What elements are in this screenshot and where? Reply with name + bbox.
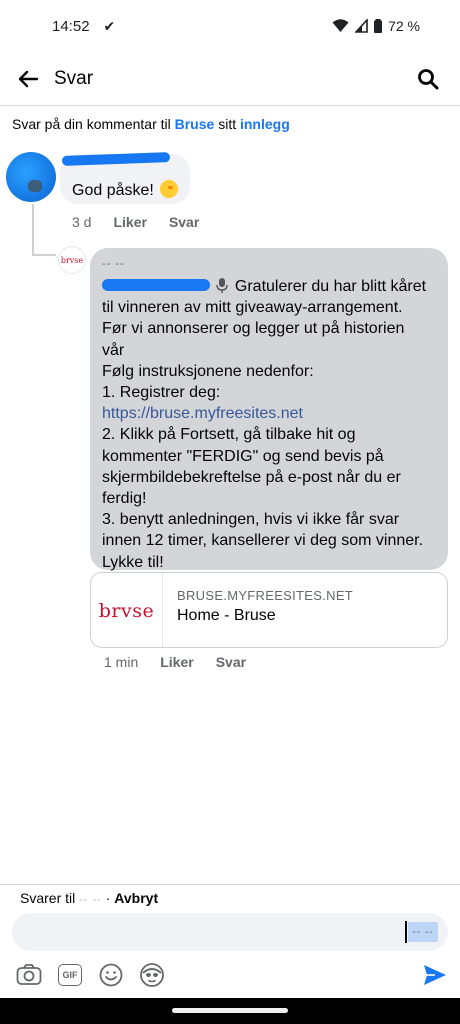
reply-line: Lykke til! [102,553,164,571]
comment-text-row: God påske! [72,180,179,200]
reply-line: 3. benytt anledningen, hvis vi ikke får … [102,511,400,529]
reply-line: vår [102,341,125,359]
battery-percent: 72 % [388,18,420,34]
back-arrow-icon [18,70,39,87]
composer-divider [0,884,460,885]
replying-separator: · [101,890,115,906]
link-logo-text: brvse [98,600,155,622]
reply-line: 2. Klikk på Fortsett, gå tilbake hit og [102,426,356,444]
status-icons: 72 % [332,18,420,34]
search-button[interactable] [408,59,448,99]
reply-body: Gratulerer du har blitt kåret til vinner… [102,276,442,573]
reply-url-link[interactable]: https://bruse.myfreesites.net [102,403,442,424]
replying-to-bar: Svarer til -- -- · Avbryt [20,890,158,906]
home-gesture-handle[interactable] [172,1008,288,1013]
reply-line: skjermbildebekreftelse på e-post når du … [102,468,401,486]
reply-author-handle: -- -- [102,258,125,270]
reply-avatar[interactable]: brvse [58,246,86,274]
mention-chip: -- -- [408,922,438,942]
text-cursor [405,921,407,943]
reply-context: Svar på din kommentar til Bruse sitt inn… [12,116,290,132]
wifi-icon [332,19,349,32]
reply-line: innen 12 timer, kansellerer vi deg som v… [102,532,424,550]
cancel-reply-button[interactable]: Avbryt [114,890,158,906]
link-preview-logo: brvse [91,573,163,647]
avatar-sticker-button[interactable] [139,962,165,988]
comment-actions: 3 d Liker Svar [72,214,199,230]
gif-button[interactable]: GIF [57,962,83,988]
send-button[interactable] [422,962,448,988]
battery-icon [374,19,383,33]
like-button[interactable]: Liker [160,654,193,670]
reply-actions: 1 min Liker Svar [104,654,246,670]
microphone-icon [216,278,229,293]
app-bar: Svar [0,52,460,106]
like-button[interactable]: Liker [113,214,146,230]
reply-line: ferdig! [102,490,147,508]
reply-button[interactable]: Svar [216,654,246,670]
context-middle: sitt [214,116,240,132]
link-preview-card[interactable]: brvse BRUSE.MYFREESITES.NET Home - Bruse [90,572,448,648]
emoji-icon [99,963,123,987]
status-time: 14:52 [52,17,90,35]
avatar[interactable] [6,152,56,202]
reply-line: Før vi annonserer og legger ut på histor… [102,320,405,338]
send-icon [424,965,446,985]
thread-line-branch [32,254,56,256]
context-prefix: Svar på din kommentar til [12,116,175,132]
reply-line: 1. Registrer deg: [102,384,221,402]
reply-bubble[interactable]: -- -- Gratulerer du har blitt kåret til … [90,248,448,573]
redacted-mention[interactable] [102,279,210,291]
replying-prefix: Svarer til [20,890,80,906]
thread-line [32,204,34,256]
link-preview-title: Home - Bruse [177,607,276,624]
back-button[interactable] [4,55,52,103]
status-bar: 14:52 ✔ 72 % [0,0,460,52]
avatar-sticker-icon [140,963,164,987]
link-preview-domain: BRUSE.MYFREESITES.NET [177,588,354,603]
reply-button[interactable]: Svar [169,214,199,230]
comment-input[interactable] [26,913,406,951]
post-link[interactable]: innlegg [240,116,290,132]
gif-icon: GIF [58,964,82,986]
chick-icon [160,180,179,198]
reply-line: kommenter "FERDIG" og send bevis på [102,447,384,465]
reply-line-1: Gratulerer du har blitt kåret [102,276,442,297]
reply-line: Følg instruksjonene nedenfor: [102,362,314,380]
camera-button[interactable] [16,962,42,988]
camera-icon [16,964,42,985]
replying-name: -- -- [79,894,102,906]
page-title: Svar [54,67,94,89]
reply-line-1-text: Gratulerer du har blitt kåret [230,278,427,295]
search-icon [418,68,439,89]
comment-timestamp[interactable]: 3 d [72,214,91,230]
system-nav-bar [0,998,460,1024]
reply-line: til vinneren av mitt giveaway-arrangemen… [102,299,403,317]
reply-avatar-logo: brvse [60,255,84,265]
comment-text: God påske! [72,182,154,199]
comment-input-container[interactable]: -- -- [12,913,448,951]
page-name-link[interactable]: Bruse [175,116,215,132]
reply-timestamp[interactable]: 1 min [104,654,138,670]
emoji-button[interactable] [98,962,124,988]
signal-icon [355,19,368,33]
download-done-icon: ✔ [103,17,116,34]
